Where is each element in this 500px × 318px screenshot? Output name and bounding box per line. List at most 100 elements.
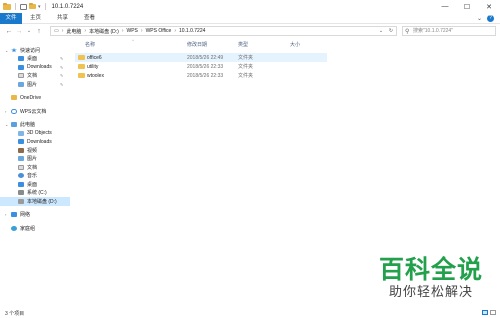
file-row[interactable]: office6 2018/5/26 22:49 文件夹 <box>75 53 327 62</box>
help-icon[interactable]: ? <box>487 15 494 22</box>
pictures-icon <box>18 81 24 87</box>
desktop-icon <box>18 181 24 187</box>
tab-home[interactable]: 主页 <box>22 13 49 24</box>
homegroup-icon <box>11 225 17 231</box>
sidebar-label: 快速访问 <box>20 47 41 54</box>
sidebar-item-onedrive[interactable]: OneDrive <box>0 94 70 103</box>
sidebar-item-pc-pictures[interactable]: 图片 <box>0 155 70 164</box>
sidebar-item-drive-c[interactable]: 系统 (C:) <box>0 189 70 198</box>
sidebar-item-quick-access[interactable]: ⌄ 快速访问 <box>0 46 70 55</box>
refresh-icon[interactable]: ↻ <box>386 27 396 35</box>
file-date: 2018/5/26 22:33 <box>187 72 224 79</box>
breadcrumb-version[interactable]: 10.1.0.7224 <box>179 28 205 34</box>
sidebar-item-videos[interactable]: 视频 <box>0 146 70 155</box>
item-count: 3 个项目 <box>5 310 25 317</box>
view-toggle <box>482 310 496 315</box>
large-icons-view-icon[interactable] <box>490 310 496 315</box>
folder-icon <box>78 73 85 78</box>
sidebar-label: 本地磁盘 (D:) <box>27 198 57 205</box>
divider <box>15 3 16 10</box>
breadcrumb-this-pc[interactable]: 此电脑 <box>66 28 81 35</box>
file-row[interactable]: wtoolex 2018/5/26 22:33 文件夹 <box>75 71 327 80</box>
sidebar-item-pictures[interactable]: 图片 ✎ <box>0 80 70 89</box>
breadcrumb-separator: › <box>174 28 176 34</box>
sidebar-item-pc-documents[interactable]: 文档 <box>0 163 70 172</box>
sidebar-item-homegroup[interactable]: 家庭组 <box>0 224 70 233</box>
address-bar[interactable]: ▭ › 此电脑 › 本地磁盘 (D:) › WPS › WPS Office ›… <box>50 26 397 36</box>
drive-icon <box>18 198 24 204</box>
tab-view[interactable]: 查看 <box>76 13 103 24</box>
sidebar-item-music[interactable]: 音乐 <box>0 172 70 181</box>
column-date[interactable]: 修改日期 <box>187 41 207 48</box>
sidebar-label: 图片 <box>27 156 38 163</box>
cloud-icon <box>11 108 17 114</box>
sidebar-label: 桌面 <box>27 56 38 63</box>
file-row[interactable]: utility 2018/5/26 22:33 文件夹 <box>75 62 327 71</box>
breadcrumb-wps[interactable]: WPS <box>127 28 138 34</box>
sidebar-item-network[interactable]: › 网络 <box>0 211 70 220</box>
file-type: 文件夹 <box>238 64 254 70</box>
sidebar-label: 桌面 <box>27 181 38 188</box>
divider <box>44 3 46 10</box>
minimize-button[interactable]: — <box>434 0 456 13</box>
chevron-down-icon[interactable]: ⌄ <box>5 48 8 53</box>
expand-ribbon-icon[interactable]: ⌄ <box>477 15 482 22</box>
sidebar-item-pc-desktop[interactable]: 桌面 <box>0 180 70 189</box>
up-arrow-icon[interactable]: ↑ <box>34 28 44 35</box>
customize-toolbar-icon[interactable]: ▾ <box>38 4 41 10</box>
ribbon-right: ⌄ ? <box>477 15 494 22</box>
sidebar-label: 网络 <box>20 212 31 219</box>
sidebar-item-wps-cloud[interactable]: › WPS云文档 <box>0 107 70 116</box>
search-placeholder: 搜索"10.1.0.7224" <box>413 28 453 34</box>
sidebar-item-downloads[interactable]: Downloads ✎ <box>0 63 70 72</box>
column-size[interactable]: 大小 <box>290 41 300 48</box>
column-headers: ^ 名称 修改日期 类型 大小 <box>72 38 500 50</box>
chevron-right-icon[interactable]: › <box>5 212 6 217</box>
sidebar-label: WPS云文档 <box>20 108 47 115</box>
address-actions: ⌄ ↻ <box>376 27 396 35</box>
address-dropdown-icon[interactable]: ⌄ <box>376 27 386 35</box>
close-button[interactable]: ✕ <box>478 0 500 13</box>
file-name: utility <box>87 63 99 70</box>
folder-icon <box>78 55 85 60</box>
sidebar-label: 此电脑 <box>20 122 36 129</box>
tab-share[interactable]: 共享 <box>49 13 76 24</box>
breadcrumb-drive-d[interactable]: 本地磁盘 (D:) <box>89 28 119 35</box>
pin-icon: ✎ <box>60 64 64 70</box>
title-bar: ▾ 10.1.0.7224 — ☐ ✕ <box>0 0 500 13</box>
sidebar-item-drive-d[interactable]: 本地磁盘 (D:) <box>0 197 70 206</box>
breadcrumb-wps-office[interactable]: WPS Office <box>146 28 172 34</box>
folder-icon <box>3 2 11 10</box>
sidebar-item-3d-objects[interactable]: 3D Objects <box>0 129 70 138</box>
new-folder-icon[interactable] <box>29 3 36 9</box>
sidebar-label: 系统 (C:) <box>27 190 47 197</box>
sidebar-label: 文档 <box>27 73 38 80</box>
chevron-right-icon[interactable]: › <box>5 109 6 114</box>
watermark-title: 百科全说 <box>378 255 483 284</box>
sidebar-label: 家庭组 <box>20 225 36 232</box>
pin-icon: ✎ <box>60 56 64 62</box>
column-name[interactable]: 名称 <box>85 41 95 48</box>
sidebar-item-documents[interactable]: 文档 ✎ <box>0 72 70 81</box>
column-type[interactable]: 类型 <box>238 41 248 48</box>
forward-arrow-icon[interactable]: → <box>14 28 24 35</box>
sidebar-item-this-pc[interactable]: ⌄ 此电脑 <box>0 121 70 130</box>
search-input[interactable]: ⚲ 搜索"10.1.0.7224" <box>402 26 496 36</box>
maximize-button[interactable]: ☐ <box>456 0 478 13</box>
sidebar-item-pc-downloads[interactable]: Downloads <box>0 138 70 147</box>
breadcrumb-separator: › <box>140 28 143 34</box>
system-drive-icon <box>18 190 24 196</box>
sidebar-label: 视频 <box>27 147 38 154</box>
sidebar-label: 3D Objects <box>27 130 52 137</box>
breadcrumb-separator: › <box>121 28 124 34</box>
document-icon <box>18 164 24 170</box>
3d-objects-icon <box>18 130 24 136</box>
back-arrow-icon[interactable]: ← <box>4 28 14 35</box>
pictures-icon <box>18 156 24 162</box>
tab-file[interactable]: 文件 <box>0 12 22 24</box>
recent-locations-icon[interactable]: ⌄ <box>24 28 34 34</box>
properties-icon[interactable] <box>20 3 27 10</box>
details-view-icon[interactable] <box>482 310 488 315</box>
sidebar-item-desktop[interactable]: 桌面 ✎ <box>0 55 70 64</box>
chevron-down-icon[interactable]: ⌄ <box>5 122 8 127</box>
